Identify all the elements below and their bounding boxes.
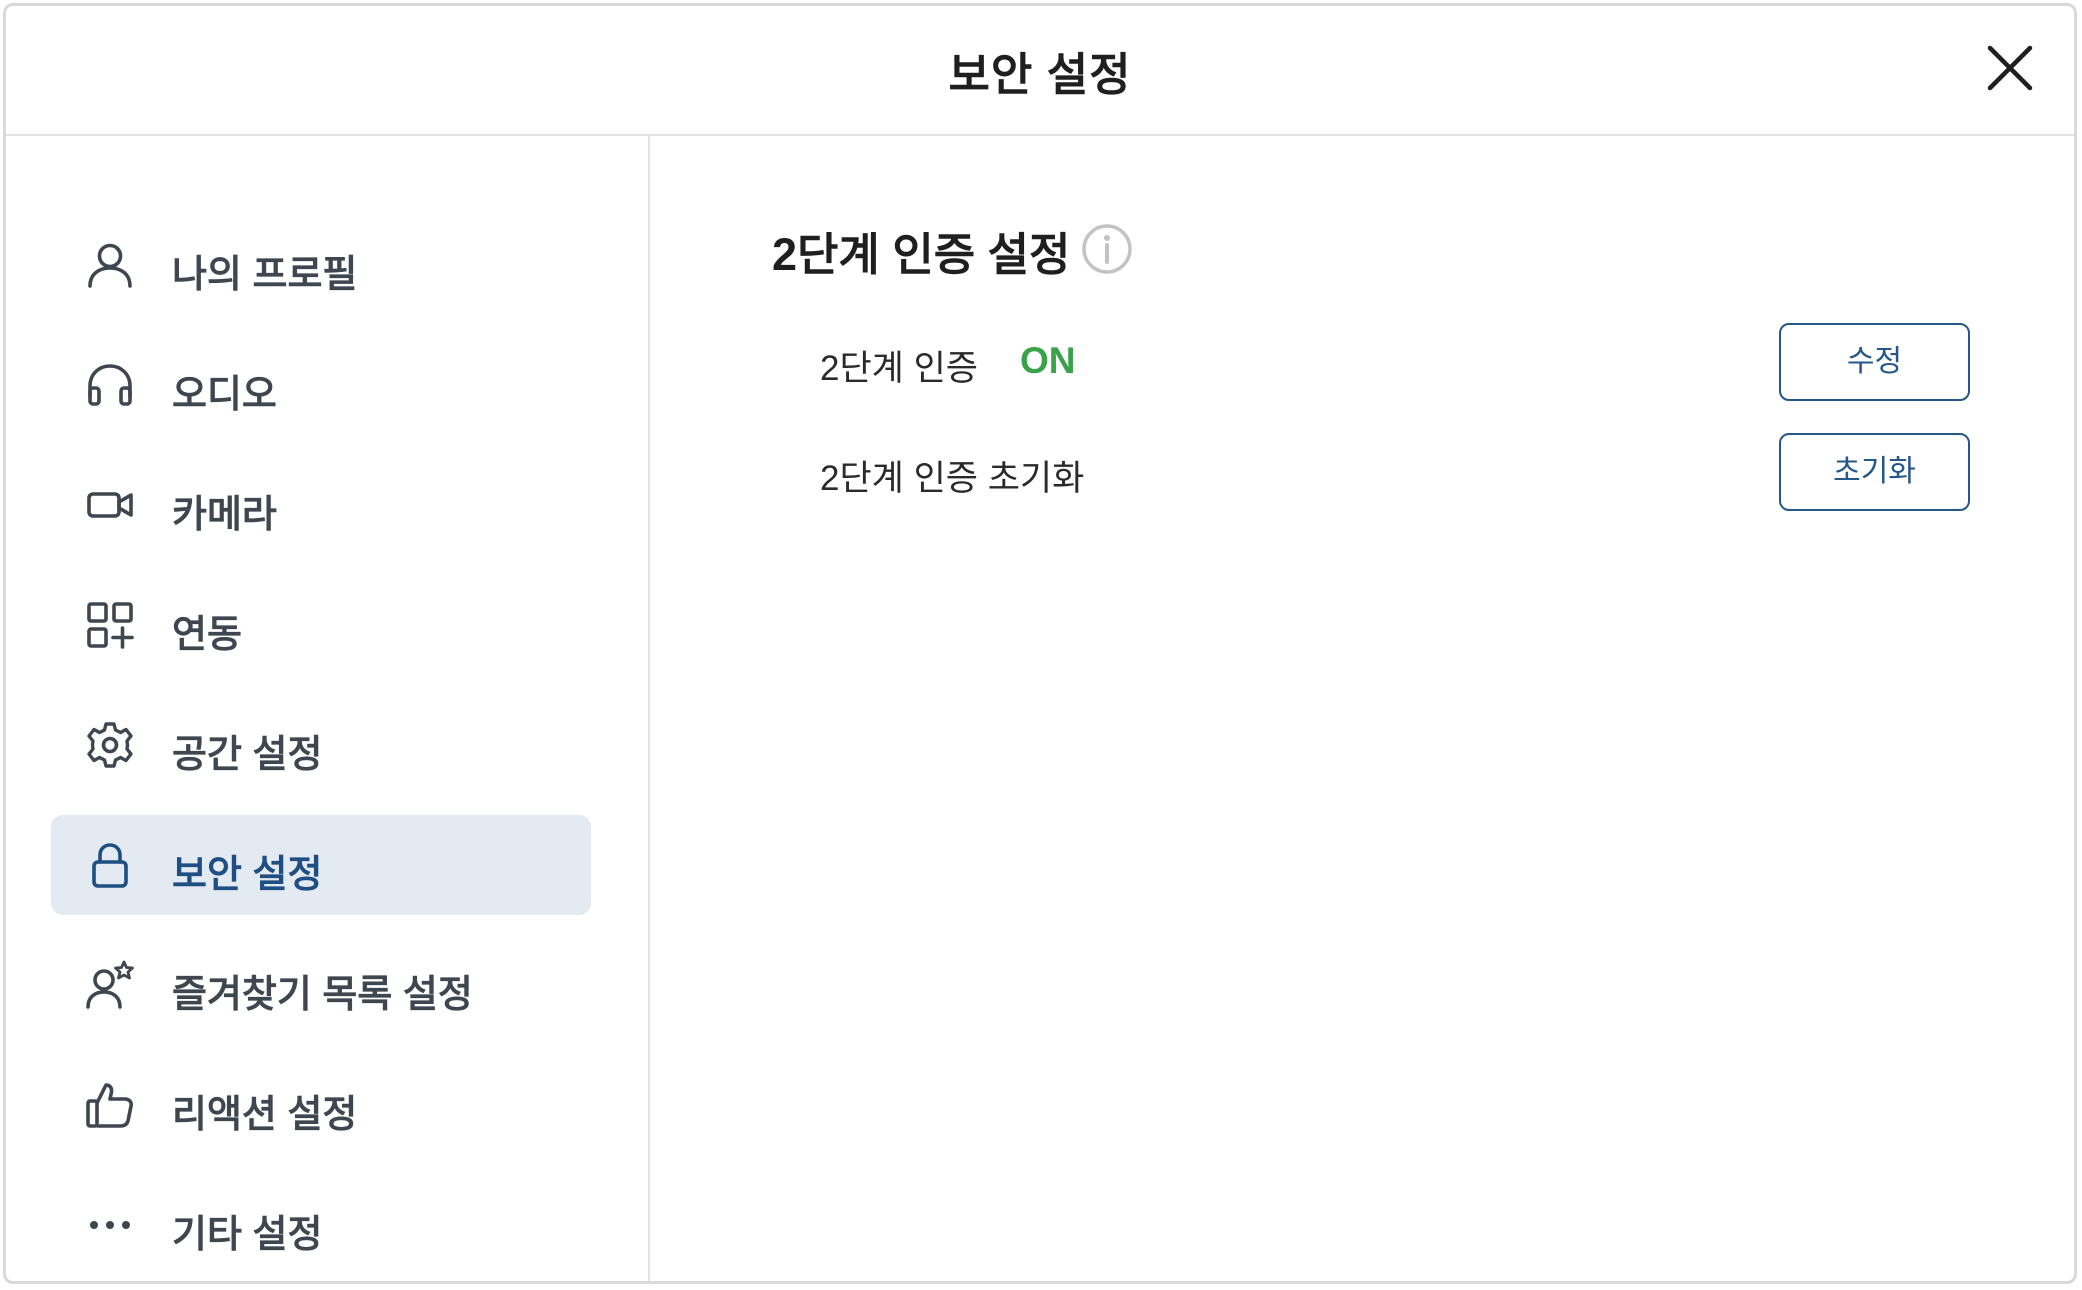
reset-button[interactable]: 초기화: [1779, 433, 1970, 511]
thumbs-up-icon: [86, 1083, 133, 1128]
video-camera-icon: [87, 492, 133, 518]
user-star-icon: [86, 960, 134, 1009]
apps-add-icon: [87, 602, 134, 649]
sidebar-item-reactions[interactable]: 리액션 설정: [51, 1055, 591, 1155]
close-button[interactable]: [1982, 40, 2038, 96]
edit-button[interactable]: 수정: [1779, 323, 1970, 401]
sidebar-item-label: 공간 설정: [172, 734, 323, 776]
more-icon: [90, 1221, 130, 1229]
sidebar-item-label: 기타 설정: [172, 1214, 323, 1256]
sidebar-item-label: 연동: [172, 614, 242, 656]
sidebar-item-label: 즐겨찾기 목록 설정: [172, 974, 473, 1016]
sidebar-item-space-settings[interactable]: 공간 설정: [51, 695, 591, 795]
gear-icon: [87, 722, 133, 768]
sidebar-item-other[interactable]: 기타 설정: [51, 1175, 591, 1275]
settings-content: 2단계 인증 설정 2단계 인증 ON 수정 2단계 인증 초기화 초기화: [650, 136, 2074, 1281]
dialog-title: 보안 설정: [948, 49, 1132, 100]
sidebar-item-label: 카메라: [172, 494, 277, 536]
sidebar-item-profile[interactable]: 나의 프로필: [51, 215, 591, 315]
dialog-header: 보안 설정: [6, 6, 2074, 136]
two-factor-status: ON: [1020, 340, 1076, 381]
user-icon: [88, 243, 132, 288]
info-icon: [1082, 224, 1132, 274]
sidebar-item-integration[interactable]: 연동: [51, 575, 591, 675]
sidebar-item-security[interactable]: 보안 설정: [51, 815, 591, 915]
sidebar-item-label: 보안 설정: [172, 854, 323, 896]
headphones-icon: [88, 364, 132, 406]
sidebar-item-label: 나의 프로필: [172, 254, 358, 296]
two-factor-reset-label: 2단계 인증 초기화: [820, 459, 1085, 498]
sidebar-item-favorites[interactable]: 즐겨찾기 목록 설정: [51, 935, 591, 1035]
security-settings-dialog: 보안 설정 나의 프로필 오디오 카메라 연동 공간 설정 보안 설정 즐겨찾기…: [3, 3, 2077, 1284]
sidebar-item-camera[interactable]: 카메라: [51, 455, 591, 555]
lock-icon: [92, 843, 128, 888]
sidebar-item-label: 리액션 설정: [172, 1094, 358, 1136]
info-button[interactable]: [1081, 223, 1133, 275]
section-title: 2단계 인증 설정: [772, 229, 1071, 280]
sidebar-item-label: 오디오: [172, 374, 277, 416]
sidebar-item-audio[interactable]: 오디오: [51, 335, 591, 435]
close-icon: [1987, 45, 2033, 91]
settings-sidebar: 나의 프로필 오디오 카메라 연동 공간 설정 보안 설정 즐겨찾기 목록 설정…: [6, 136, 650, 1281]
two-factor-label: 2단계 인증: [820, 349, 978, 388]
